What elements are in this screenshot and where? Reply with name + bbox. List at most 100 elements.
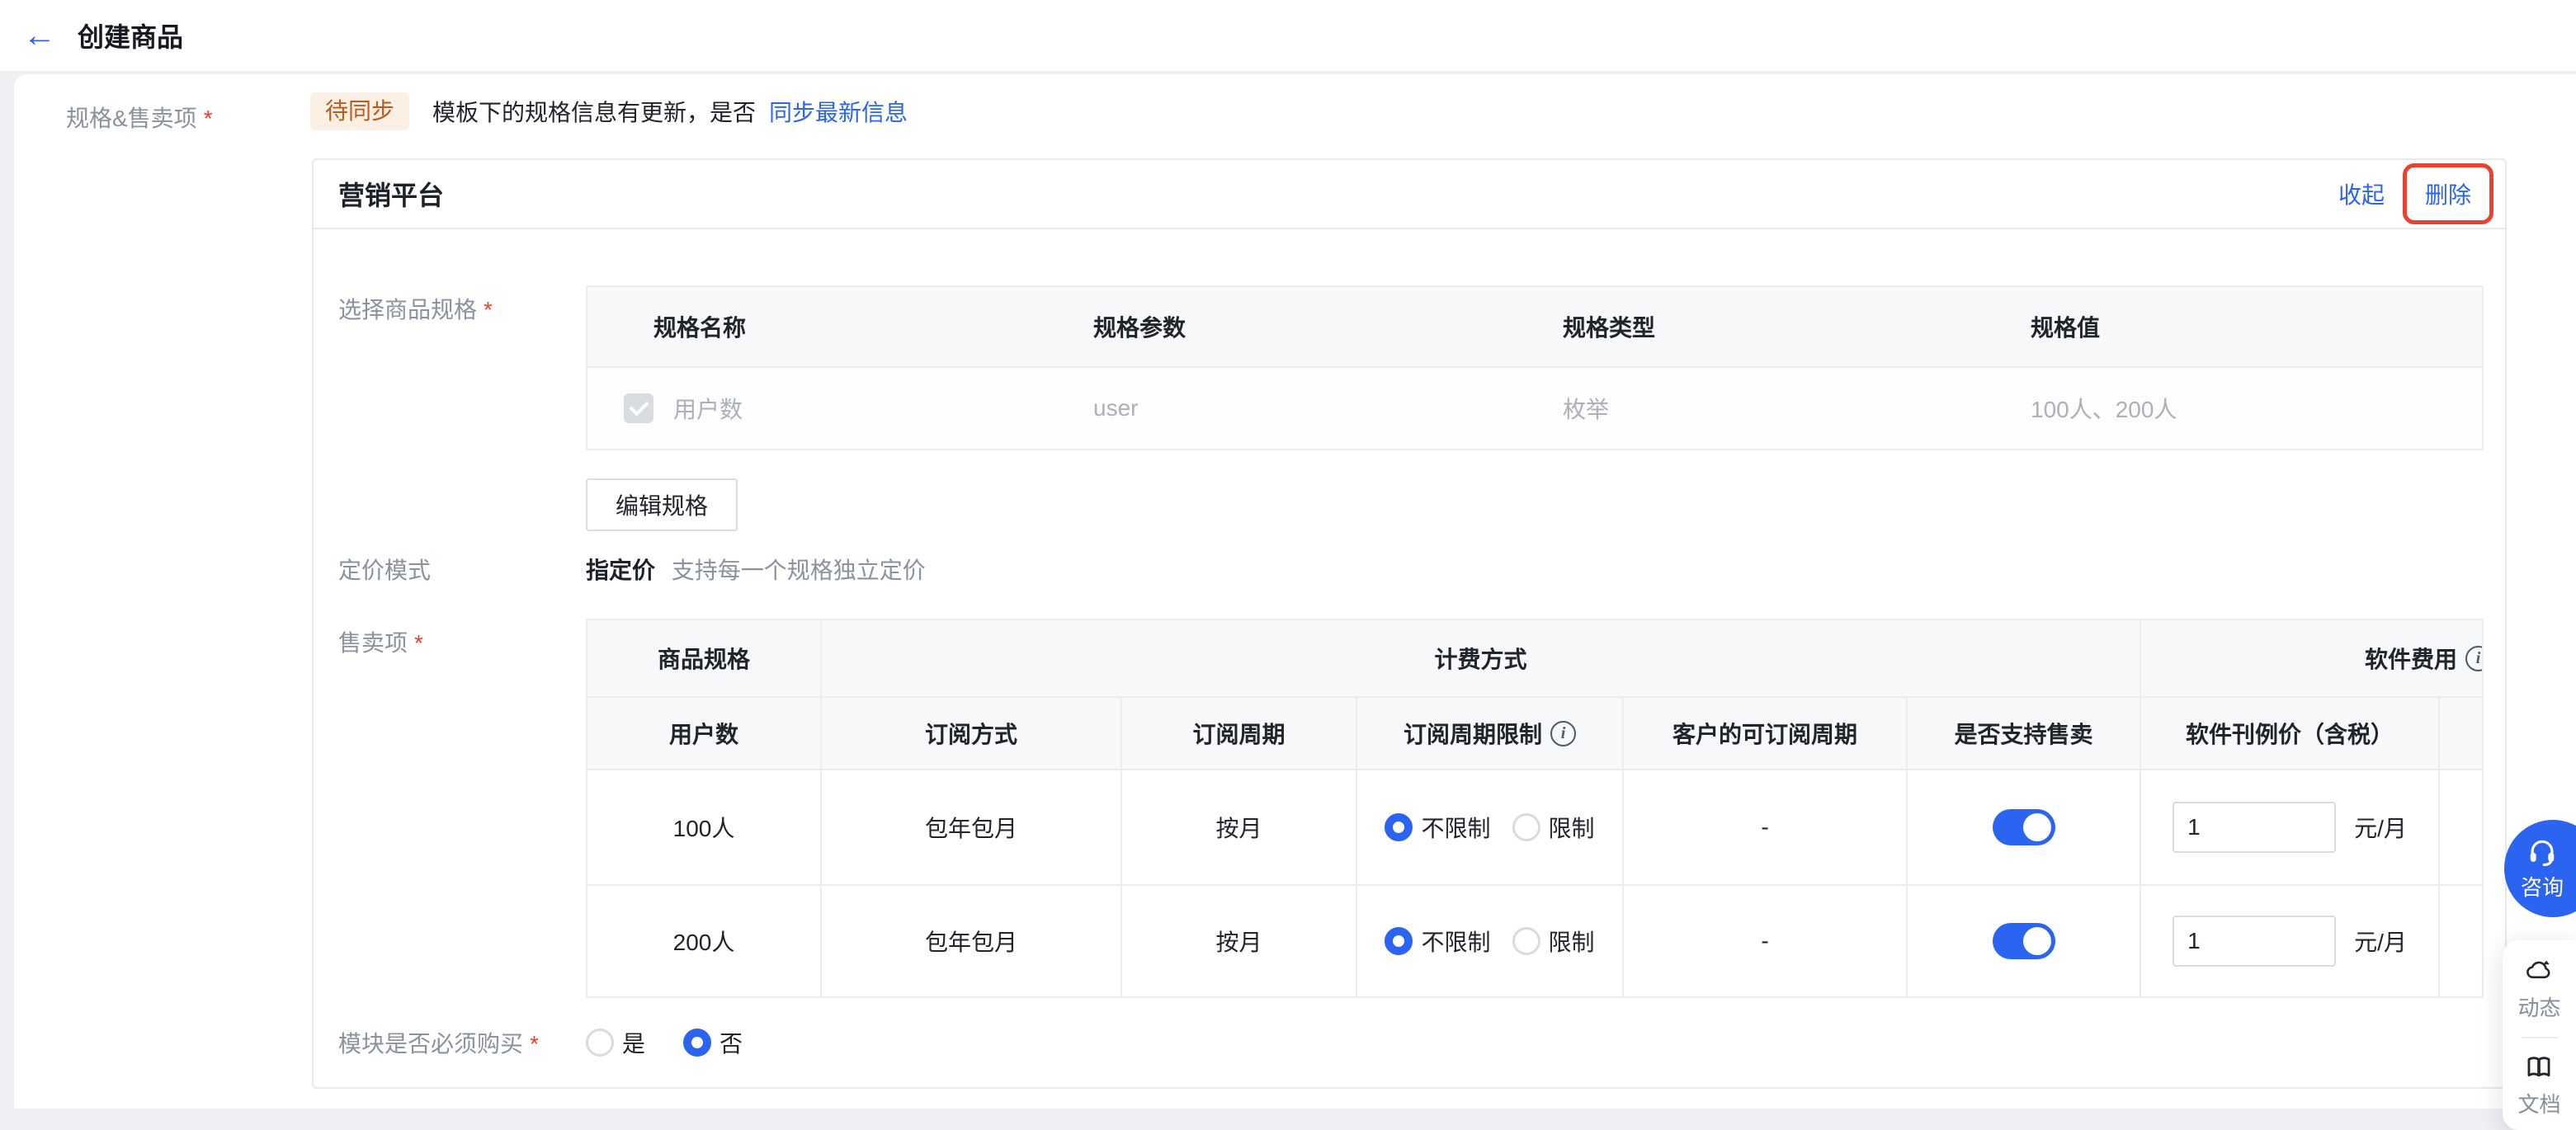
col-customer-cycle: 客户的可订阅周期 [1624,698,1908,769]
card-body: 选择商品规格* 规格名称 规格参数 规格类型 规格值 用户数 [314,285,2505,1059]
spec-table: 规格名称 规格参数 规格类型 规格值 用户数 user 枚举 100人、200人 [586,285,2484,450]
cloud-bell-icon [2523,957,2555,985]
collapse-link[interactable]: 收起 [2338,177,2385,210]
row-spec: 200人 [587,886,822,996]
col-cycle-limit: 订阅周期限制 [1357,698,1624,769]
col-sub-cycle: 订阅周期 [1122,698,1357,769]
price-unit: 元/月 [2354,925,2407,958]
news-label: 动态 [2517,991,2560,1022]
row-extra [2440,770,2484,884]
price-unit: 元/月 [2354,811,2407,844]
open-book-icon [2523,1053,2555,1081]
spec-table-row: 用户数 user 枚举 100人、200人 [587,366,2482,449]
field-module-required: 模块是否必须购买* 是 否 [338,1026,2482,1059]
col-sub-type: 订阅方式 [822,698,1122,769]
required-asterisk: * [414,630,423,656]
row-sellable [1908,886,2141,996]
col-extra [2440,698,2484,769]
status-badge: 待同步 [310,92,409,130]
sync-latest-link[interactable]: 同步最新信息 [769,95,908,128]
row-sub-cycle: 按月 [1122,886,1357,996]
required-asterisk: * [530,1031,539,1057]
page-title: 创建商品 [78,16,183,54]
row-sub-cycle: 按月 [1122,770,1357,884]
required-asterisk: * [484,297,493,323]
sell-table-clip: 商品规格 计费方式 软件费用 用户数 订阅方式 订阅周期 [586,619,2484,998]
price-input[interactable] [2173,916,2336,967]
pricing-mode-hint: 支持每一个规格独立定价 [672,558,926,583]
row-price: 元/月 [2141,886,2440,996]
spec-select-label: 选择商品规格* [338,285,586,325]
docs-label: 文档 [2517,1088,2560,1118]
radio-yes-label: 是 [622,1026,645,1059]
price-input[interactable] [2173,802,2336,853]
group-billing: 计费方式 [822,620,2141,696]
spec-checkbox-checked-disabled[interactable] [624,393,653,423]
pricing-mode-value: 指定价 [586,558,655,583]
info-icon[interactable] [2465,646,2484,671]
spec-param: user [1062,395,1536,421]
spec-type: 枚举 [1536,392,2011,425]
radio-unlimited-selected[interactable] [1385,813,1413,841]
field-sell-items: 售卖项* 商品规格 计费方式 软件费用 [338,619,2482,998]
sell-table: 商品规格 计费方式 软件费用 用户数 订阅方式 订阅周期 [587,620,2484,996]
row-sub-type: 包年包月 [822,770,1122,884]
spec-name: 用户数 [673,392,743,425]
sell-row-100: 100人 包年包月 按月 不限制 限制 - [587,769,2484,884]
row-sellable [1908,770,2141,884]
row-cycle-limit: 不限制 限制 [1357,886,1624,996]
spec-col-type: 规格类型 [1536,310,2011,343]
sellable-toggle-on[interactable] [1993,923,2055,959]
news-item[interactable]: 动态 [2517,957,2560,1022]
module-card: 营销平台 收起 删除 选择商品规格* 规格名称 规格参数 规格类型 规格值 [312,158,2507,1089]
card-title: 营销平台 [338,175,444,213]
sell-table-group-header: 商品规格 计费方式 软件费用 [587,620,2484,696]
info-icon[interactable] [1550,721,1576,746]
spec-col-param: 规格参数 [1062,310,1536,343]
row-customer-cycle: - [1624,886,1908,996]
sell-table-col-header: 用户数 订阅方式 订阅周期 订阅周期限制 客户的可订阅周期 是否支持售卖 软件刊… [587,696,2484,769]
pricing-mode-label: 定价模式 [338,553,586,586]
delete-highlight-box: 删除 [2403,163,2493,224]
side-float-panel: 动态 文档 [2503,940,2576,1130]
radio-limited[interactable] [1512,813,1540,841]
radio-unlimited-selected[interactable] [1385,927,1413,955]
radio-yes[interactable] [586,1029,614,1057]
panel-divider [2522,1037,2558,1038]
edit-spec-button[interactable]: 编辑规格 [586,478,738,531]
sellable-toggle-on[interactable] [1993,809,2055,845]
section-label-text: 规格&售卖项 [66,106,197,131]
top-bar: ← 创建商品 [0,0,2576,73]
field-pricing-mode: 定价模式 指定价 支持每一个规格独立定价 [338,553,2482,586]
col-sellable: 是否支持售卖 [1908,698,2141,769]
radio-no-label: 否 [719,1026,743,1059]
card-header: 营销平台 收起 删除 [314,160,2505,229]
col-list-price: 软件刊例价（含税） [2141,698,2440,769]
spec-values: 100人、200人 [2011,392,2485,425]
row-cycle-limit: 不限制 限制 [1357,770,1624,884]
group-software-fee: 软件费用 [2141,620,2484,696]
module-required-label: 模块是否必须购买* [338,1026,586,1059]
spec-col-name: 规格名称 [587,310,1062,343]
consult-label: 咨询 [2521,871,2564,902]
sync-row: 待同步 模板下的规格信息有更新，是否 同步最新信息 [310,92,908,130]
delete-link[interactable]: 删除 [2425,177,2471,210]
sell-row-200: 200人 包年包月 按月 不限制 限制 - [587,884,2484,996]
row-extra [2440,886,2484,996]
radio-limited[interactable] [1512,927,1540,955]
section-label: 规格&售卖项 * [66,101,213,134]
spec-table-header: 规格名称 规格参数 规格类型 规格值 [587,287,2482,366]
row-spec: 100人 [587,770,822,884]
spec-col-values: 规格值 [2011,310,2485,343]
docs-item[interactable]: 文档 [2517,1053,2560,1118]
required-asterisk: * [204,106,213,131]
row-customer-cycle: - [1624,770,1908,884]
col-spec: 用户数 [587,698,822,769]
sell-items-label: 售卖项* [338,619,586,658]
sync-message: 模板下的规格信息有更新，是否 [432,95,756,128]
card-actions: 收起 删除 [2338,163,2493,224]
back-arrow-icon[interactable]: ← [23,19,56,52]
row-sub-type: 包年包月 [822,886,1122,996]
radio-no-selected[interactable] [683,1029,711,1057]
field-spec-select: 选择商品规格* 规格名称 规格参数 规格类型 规格值 用户数 [338,285,2482,450]
